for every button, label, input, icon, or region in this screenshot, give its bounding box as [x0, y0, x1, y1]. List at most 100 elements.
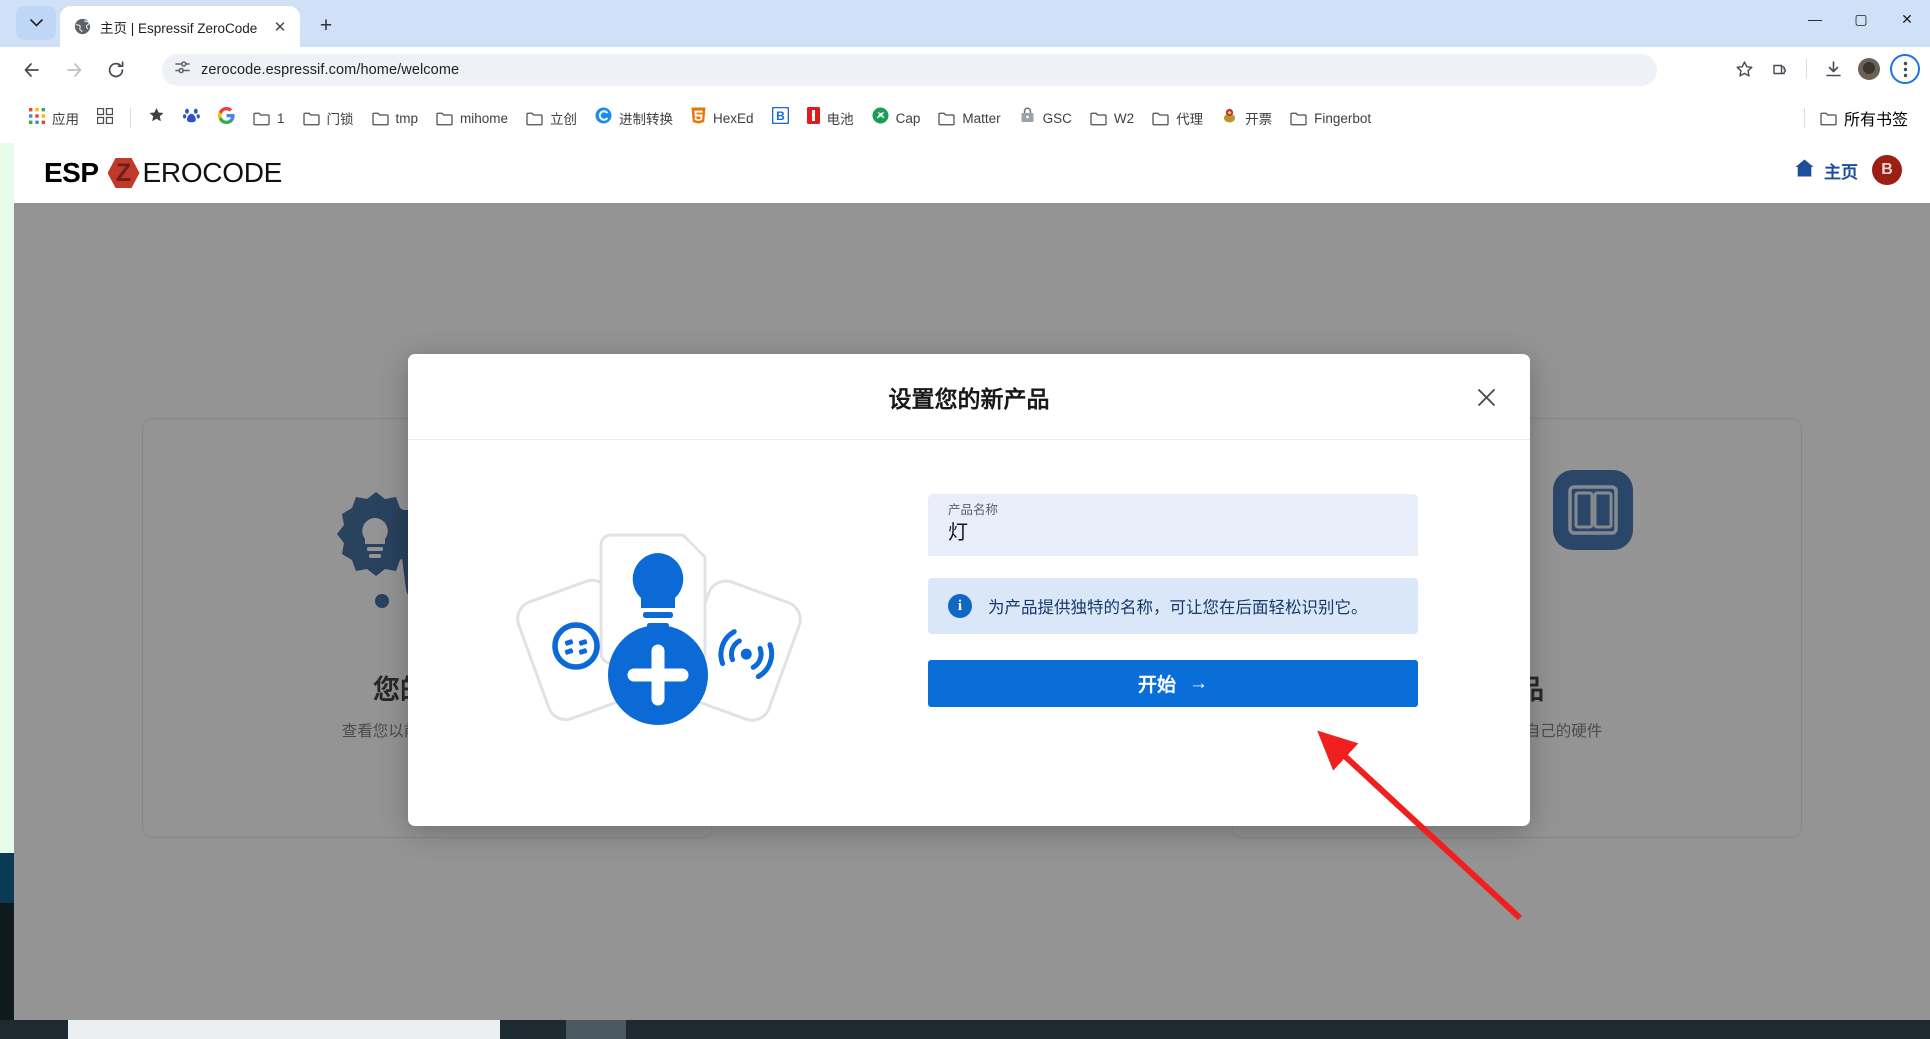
- bookmark-b-blue[interactable]: B: [763, 103, 798, 133]
- bookmark-convert[interactable]: 进制转换: [586, 103, 682, 133]
- modal-body: 产品名称 灯 i 为产品提供独特的名称，可让您在后面轻松识别它。 开始 →: [408, 440, 1530, 826]
- baidu-icon: [183, 107, 200, 129]
- all-bookmarks-label: 所有书签: [1843, 112, 1908, 129]
- taskbar-segment-mid[interactable]: [500, 1020, 566, 1039]
- desktop-edge-strip-light: [0, 143, 14, 853]
- bookmark-cap[interactable]: Cap: [863, 103, 930, 133]
- bookmark-label: 电池: [826, 112, 854, 127]
- bookmark-folder-menshuo[interactable]: 门锁: [294, 103, 363, 133]
- start-button-label: 开始: [1137, 675, 1176, 696]
- bookmark-label: GSC: [1042, 110, 1072, 126]
- bookmark-label: HexEd: [713, 110, 754, 126]
- bookmark-star-icon[interactable]: [1727, 52, 1761, 86]
- product-form: 产品名称 灯 i 为产品提供独特的名称，可让您在后面轻松识别它。 开始 →: [908, 440, 1530, 826]
- tab-search-chevron-down-icon[interactable]: [16, 6, 56, 40]
- browser-menu-button[interactable]: [1888, 52, 1922, 86]
- nav-home-link[interactable]: 主页: [1794, 158, 1858, 183]
- bookmark-apps[interactable]: 应用: [20, 103, 88, 133]
- minimize-button[interactable]: —: [1792, 0, 1838, 38]
- bookmark-battery[interactable]: 电池: [798, 103, 863, 133]
- user-avatar[interactable]: B: [1872, 155, 1902, 185]
- tab-strip: 主页 | Espressif ZeroCode ✕ + — ▢ ✕: [0, 0, 1930, 47]
- start-button[interactable]: 开始 →: [928, 660, 1418, 707]
- info-banner-text: 为产品提供独特的名称，可让您在后面轻松识别它。: [988, 599, 1368, 617]
- logo-z-text: Z: [115, 158, 132, 187]
- bookmark-label: 开票: [1245, 112, 1273, 127]
- product-name-field[interactable]: 产品名称 灯: [928, 494, 1418, 556]
- bookmark-folder-matter[interactable]: Matter: [929, 103, 1009, 133]
- bookmark-label: 进制转换: [619, 112, 674, 127]
- bookmark-label: Cap: [895, 110, 921, 126]
- address-bar[interactable]: zerocode.espressif.com/home/welcome: [162, 54, 1657, 86]
- folder-icon: [371, 111, 389, 126]
- folder-icon: [526, 111, 543, 126]
- site-header: ESP Z EROCODE 主页 B: [14, 143, 1930, 203]
- cap-green-icon: [872, 107, 889, 129]
- browser-toolbar-actions: [1727, 52, 1922, 86]
- bookmark-google[interactable]: [209, 103, 244, 133]
- grid-squares-icon: [96, 107, 114, 129]
- hexed-icon: [691, 107, 706, 129]
- profile-avatar[interactable]: [1852, 52, 1886, 86]
- modal-title: 设置您的新产品: [888, 386, 1050, 412]
- back-icon[interactable]: [14, 52, 50, 88]
- product-name-input[interactable]: 灯: [948, 516, 968, 545]
- taskbar-segment-active[interactable]: [566, 1020, 626, 1039]
- star-icon: [148, 107, 165, 129]
- bookmark-gsc[interactable]: GSC: [1010, 103, 1081, 133]
- close-window-button[interactable]: ✕: [1884, 0, 1930, 38]
- os-taskbar: [0, 1020, 1930, 1039]
- bookmark-folder-tmp[interactable]: tmp: [363, 103, 428, 133]
- bookmark-label: 代理: [1176, 112, 1204, 127]
- bookmark-label: mihome: [460, 110, 509, 126]
- google-icon: [217, 106, 235, 129]
- taskbar-segment-left[interactable]: [0, 1020, 68, 1039]
- globe-icon: [74, 18, 91, 35]
- browser-tab[interactable]: 主页 | Espressif ZeroCode ✕: [60, 6, 300, 47]
- download-icon[interactable]: [1816, 52, 1850, 86]
- info-icon: i: [948, 594, 972, 618]
- folder-icon: [1152, 111, 1169, 126]
- bookmark-hexed[interactable]: HexEd: [682, 103, 763, 133]
- bookmark-label: 门锁: [326, 112, 354, 127]
- desktop-edge-strip-blue: [0, 853, 14, 903]
- site-logo[interactable]: ESP Z EROCODE: [44, 157, 282, 189]
- taskbar-segment-right[interactable]: [626, 1020, 1930, 1039]
- all-bookmarks-button[interactable]: 所有书签: [1788, 103, 1916, 133]
- extensions-icon[interactable]: [1763, 52, 1797, 86]
- screen: 主页 | Espressif ZeroCode ✕ + — ▢ ✕ zeroco…: [0, 0, 1930, 1039]
- bookmark-grid-squares[interactable]: [88, 103, 122, 133]
- bookmark-folder-fingerbot[interactable]: Fingerbot: [1281, 103, 1380, 133]
- bookmark-label: 1: [277, 110, 285, 126]
- info-banner: i 为产品提供独特的名称，可让您在后面轻松识别它。: [928, 578, 1418, 634]
- site-header-actions: 主页 B: [1794, 155, 1902, 185]
- close-icon[interactable]: ✕: [270, 17, 290, 37]
- reload-icon[interactable]: [98, 52, 134, 88]
- logo-erocode-text: EROCODE: [142, 157, 283, 188]
- bookmark-label: Fingerbot: [1314, 110, 1372, 126]
- folder-icon: [1290, 111, 1307, 126]
- gsc-icon: [1019, 107, 1036, 129]
- bookmarks-divider-right: [1803, 108, 1805, 128]
- bookmark-baidu[interactable]: [174, 103, 209, 133]
- bookmark-star[interactable]: [139, 103, 174, 133]
- bookmark-label: W2: [1113, 110, 1135, 126]
- bookmark-folder-lichuang[interactable]: 立创: [517, 103, 586, 133]
- close-icon[interactable]: [1470, 381, 1502, 413]
- bookmark-folder-w2[interactable]: W2: [1081, 103, 1143, 133]
- taskbar-window-strip[interactable]: [68, 1020, 500, 1039]
- home-icon: [1794, 158, 1815, 183]
- forward-icon: [56, 52, 92, 88]
- bookmark-folder-proxy[interactable]: 代理: [1143, 103, 1212, 133]
- bookmark-invoice[interactable]: 开票: [1212, 103, 1281, 133]
- bookmark-folder-mihome[interactable]: mihome: [427, 103, 517, 133]
- new-tab-button[interactable]: +: [312, 12, 340, 40]
- bookmark-folder-1[interactable]: 1: [244, 103, 294, 133]
- convert-icon: [595, 107, 612, 129]
- b-blue-icon: B: [771, 106, 789, 129]
- maximize-button[interactable]: ▢: [1838, 0, 1884, 38]
- new-product-modal: 设置您的新产品 产品名称 灯 i 为产品提供独特的名称，可让您在后面轻松识别它。…: [408, 354, 1530, 826]
- tune-icon[interactable]: [174, 59, 191, 81]
- folder-icon: [938, 111, 955, 126]
- invoice-icon: [1221, 107, 1238, 129]
